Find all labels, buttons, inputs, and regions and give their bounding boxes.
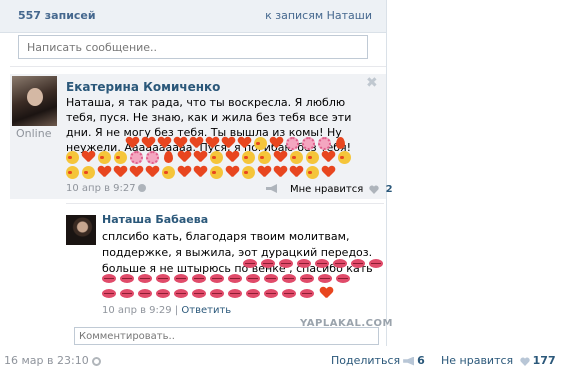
- emoji-row: [243, 257, 387, 271]
- megaphone-icon: [403, 356, 415, 366]
- close-icon[interactable]: ✖: [366, 75, 378, 91]
- compose-placeholder: Написать сообщение..: [27, 41, 158, 54]
- like-count: 2: [385, 184, 393, 195]
- dislike-label: Не нравится: [441, 354, 514, 367]
- post-author[interactable]: Екатерина Комиченко: [66, 80, 220, 94]
- emoji-row: [102, 287, 336, 301]
- apple-icon: [137, 184, 146, 192]
- share-icon[interactable]: [266, 184, 278, 193]
- post-timestamp[interactable]: 16 мар в 23:10: [4, 354, 89, 367]
- reply-meta: 10 апр в 9:29 | Ответить: [102, 305, 231, 316]
- post-meta: 10 апр в 9:27: [66, 183, 146, 194]
- reply-link[interactable]: Ответить: [181, 305, 231, 316]
- post-date[interactable]: 10 апр в 9:27: [66, 183, 136, 194]
- reply-author[interactable]: Наташа Бабаева: [102, 213, 208, 226]
- reply-date[interactable]: 10 апр в 9:29: [102, 305, 172, 316]
- share-button[interactable]: Поделиться 6: [331, 354, 425, 367]
- divider: [66, 203, 384, 204]
- emoji-row: [66, 166, 338, 180]
- share-label: Поделиться: [331, 354, 401, 367]
- share-count: 6: [417, 354, 425, 367]
- compose-field[interactable]: Написать сообщение..: [18, 35, 368, 59]
- wall-header: 557 записей к записям Наташи: [0, 0, 386, 33]
- heart-icon: [519, 357, 530, 366]
- back-to-posts-link[interactable]: к записям Наташи: [265, 9, 372, 22]
- meta-separator: |: [174, 305, 179, 316]
- dislike-count: 177: [532, 354, 556, 367]
- online-status: Online: [16, 127, 52, 140]
- emoji-row: [66, 151, 354, 165]
- comment-placeholder: Комментировать..: [79, 331, 175, 342]
- like-button[interactable]: Мне нравится 2: [290, 184, 393, 195]
- emoji-row: [126, 137, 350, 151]
- heart-icon: [369, 185, 380, 194]
- emoji-row: [102, 272, 354, 286]
- dislike-button[interactable]: Не нравится 177: [441, 354, 556, 367]
- like-label: Мне нравится: [290, 184, 364, 195]
- posts-count: 557 записей: [18, 9, 96, 22]
- gear-icon[interactable]: [91, 356, 101, 366]
- footer-date: 16 мар в 23:10: [4, 354, 101, 367]
- avatar[interactable]: [12, 76, 57, 126]
- reply-avatar[interactable]: [66, 215, 96, 245]
- comment-input[interactable]: Комментировать..: [74, 327, 379, 345]
- divider: [10, 66, 386, 67]
